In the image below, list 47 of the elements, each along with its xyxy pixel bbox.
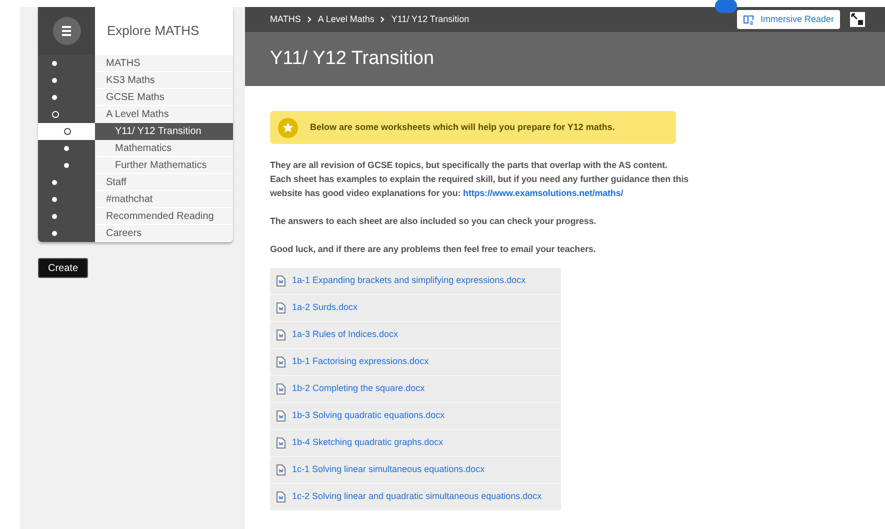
website-link[interactable]: https://www.examsolutions.net/maths/ — [463, 188, 624, 198]
nav-item[interactable]: KS3 Maths — [95, 72, 233, 89]
nav-item[interactable]: Further Mathematics — [95, 157, 233, 174]
breadcrumb-link[interactable]: MATHS — [270, 12, 301, 26]
document-icon — [276, 383, 286, 395]
reader-icon — [743, 14, 754, 24]
document-icon — [276, 275, 286, 287]
breadcrumb-link[interactable]: A Level Maths — [318, 12, 374, 26]
fullscreen-icon[interactable] — [850, 12, 865, 27]
document-icon — [276, 329, 286, 341]
nav-item[interactable]: GCSE Maths — [95, 89, 233, 106]
page-title: Y11/ Y12 Transition — [270, 46, 434, 71]
document-icon — [276, 491, 286, 503]
file-link[interactable]: 1b-4 Sketching quadratic graphs.docx — [292, 436, 444, 450]
menu-icon[interactable] — [52, 17, 80, 45]
chevron-icon — [306, 16, 312, 23]
sidebar-title: Explore MATHS — [107, 22, 200, 40]
new-badge — [715, 0, 737, 13]
nav-item[interactable]: MATHS — [95, 55, 233, 72]
file-link[interactable]: 1a-3 Rules of Indices.docx — [292, 328, 398, 342]
nav-item[interactable]: Staff — [95, 174, 233, 191]
file-link[interactable]: 1c-2 Solving linear and quadratic simultaneous equations.docx — [292, 490, 542, 504]
file-link[interactable]: 1b-3 Solving quadratic equations.docx — [292, 409, 445, 423]
file-link[interactable]: 1c-1 Solving linear simultaneous equations.docx — [292, 463, 485, 477]
paragraph: The answers to each sheet are also included so you can check your progress. — [270, 215, 598, 228]
paragraph: Good luck, and if there are any problems then feel free to email your teachers. — [270, 243, 597, 256]
file-link[interactable]: 1a-1 Expanding brackets and simplifying expressions.docx — [292, 274, 526, 288]
document-icon — [276, 464, 286, 476]
nav-item[interactable]: Recommended Reading — [95, 208, 233, 225]
create-button[interactable]: Create — [38, 258, 88, 278]
callout-text: Below are some worksheets which will help you prepare for Y12 maths. — [310, 120, 615, 134]
nav-item[interactable]: Y11/ Y12 Transition — [95, 123, 233, 140]
nav-item[interactable]: #mathchat — [95, 191, 233, 208]
document-icon — [276, 437, 286, 449]
nav-item[interactable]: Mathematics — [95, 140, 233, 157]
file-link[interactable]: 1b-1 Factorising expressions.docx — [292, 355, 429, 369]
nav-item[interactable]: Careers — [95, 225, 233, 242]
nav-item[interactable]: A Level Maths — [95, 106, 233, 123]
immersive-reader-button[interactable]: Immersive Reader — [737, 10, 840, 29]
document-icon — [276, 410, 286, 422]
file-link[interactable]: 1a-2 Surds.docx — [292, 301, 358, 315]
file-link[interactable]: 1b-2 Completing the square.docx — [292, 382, 425, 396]
breadcrumb-link[interactable]: Y11/ Y12 Transition — [391, 12, 470, 26]
document-icon — [276, 356, 286, 368]
document-icon — [276, 302, 286, 314]
paragraph: They are all revision of GCSE topics, but specifically the parts that overlap with the AS content. Each sheet has examples to explain the required skill, but if you need any further guidance then this website has good video explanations for you: https://www.examsolutions.net/maths/ — [270, 159, 690, 200]
chevron-icon — [380, 16, 386, 23]
